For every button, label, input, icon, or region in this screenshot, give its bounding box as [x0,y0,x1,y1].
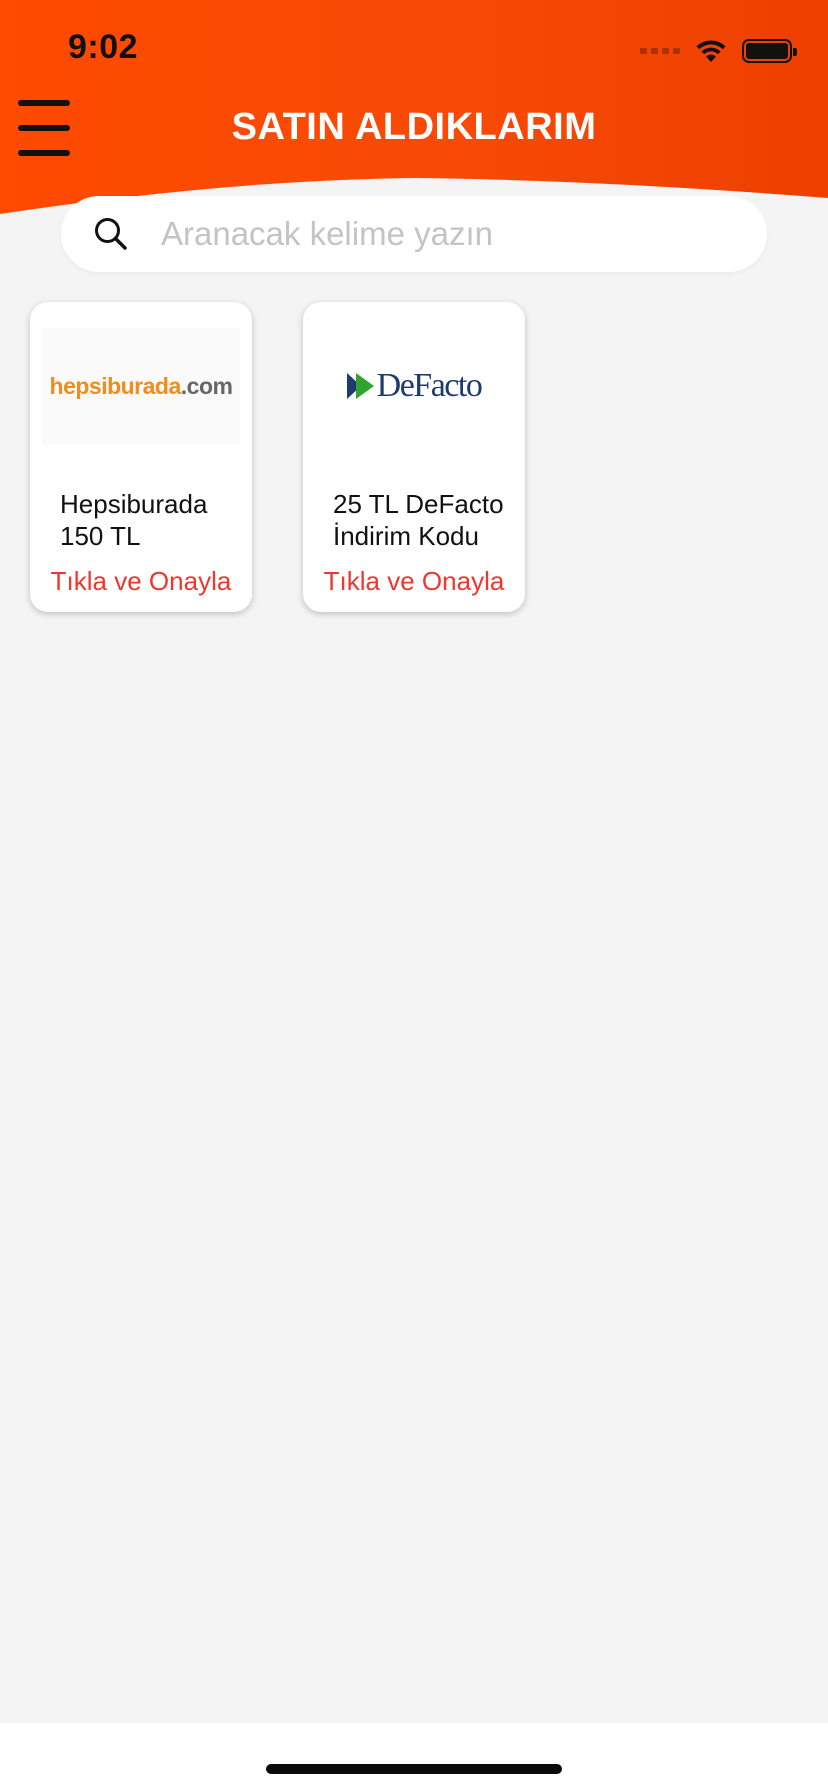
search-bar[interactable] [61,196,767,272]
defacto-arrow-icon [346,373,374,399]
defacto-logo: DeFacto [315,328,513,444]
purchases-screen: 9:02 SATIN ALDIKLARIM hepsiburada.c [0,0,828,1792]
bottom-safe-area [0,1723,828,1792]
home-indicator[interactable] [266,1764,562,1774]
status-icons [640,38,797,64]
card-title: Hepsiburada 150 TL [60,489,208,551]
confirm-link[interactable]: Tıkla ve Onayla [30,566,252,597]
wifi-icon [696,40,726,62]
page-title: SATIN ALDIKLARIM [231,106,597,148]
status-time: 9:02 [68,28,139,66]
card-title: 25 TL DeFacto İndirim Kodu [333,489,504,551]
search-input[interactable] [161,206,741,262]
search-icon [95,218,127,250]
hepsiburada-logo: hepsiburada.com [42,328,240,444]
cellular-signal-icon [640,48,680,54]
purchase-card-defacto[interactable]: DeFacto 25 TL DeFacto İndirim Kodu Tıkla… [303,302,525,612]
purchase-card-hepsiburada[interactable]: hepsiburada.com Hepsiburada 150 TL Tıkla… [30,302,252,612]
confirm-link[interactable]: Tıkla ve Onayla [303,566,525,597]
battery-icon [742,39,797,63]
